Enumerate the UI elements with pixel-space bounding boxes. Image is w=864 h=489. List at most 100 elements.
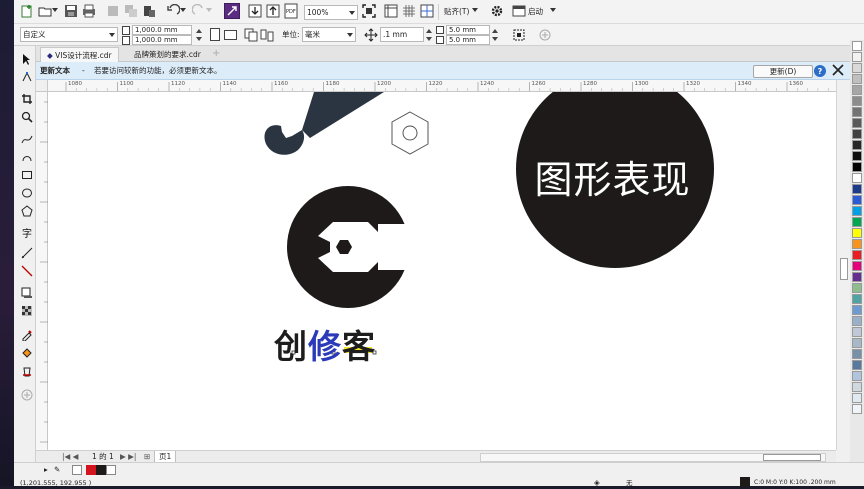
- page-size-select[interactable]: 自定义: [20, 27, 118, 42]
- show-grid-icon[interactable]: [402, 4, 416, 18]
- duplicate-x-field[interactable]: 5.0 mm: [446, 25, 490, 35]
- palette-swatch[interactable]: [852, 305, 862, 315]
- vertical-ruler[interactable]: [36, 92, 48, 450]
- palette-swatch[interactable]: [852, 393, 862, 403]
- palette-swatch[interactable]: [852, 283, 862, 293]
- paste-icon[interactable]: [142, 4, 156, 18]
- zoom-level-select[interactable]: 100%: [304, 5, 358, 20]
- horizontal-scrollbar[interactable]: [480, 453, 826, 462]
- treat-as-filled-icon[interactable]: [512, 28, 526, 42]
- palette-swatch[interactable]: [852, 250, 862, 260]
- export-icon[interactable]: [266, 4, 280, 18]
- palette-swatch[interactable]: [852, 404, 862, 414]
- duplicate-spinner-icon[interactable]: [492, 27, 498, 43]
- no-fill-swatch[interactable]: [72, 465, 82, 475]
- palette-swatch[interactable]: [852, 74, 862, 84]
- palette-swatch[interactable]: [852, 107, 862, 117]
- duplicate-y-field[interactable]: 5.0 mm: [446, 35, 490, 45]
- palette-swatch[interactable]: [852, 96, 862, 106]
- white-swatch[interactable]: [106, 465, 116, 475]
- full-screen-icon[interactable]: [362, 4, 376, 18]
- palette-swatch[interactable]: [852, 371, 862, 381]
- palette-swatch[interactable]: [852, 338, 862, 348]
- import-icon[interactable]: [248, 4, 262, 18]
- palette-swatch[interactable]: [852, 360, 862, 370]
- redo-dropdown-icon[interactable]: [206, 8, 212, 12]
- palette-swatch[interactable]: [852, 140, 862, 150]
- palette-swatch[interactable]: [852, 349, 862, 359]
- horizontal-ruler[interactable]: 1080 1100 1120 1140 1160 1180 1200 1220 1240 1260…: [48, 80, 836, 92]
- page-height-field[interactable]: 1,000.0 mm: [132, 35, 192, 45]
- scroll-thumb[interactable]: [840, 258, 848, 280]
- shape-tool-icon[interactable]: [20, 70, 34, 84]
- help-icon[interactable]: ?: [814, 65, 826, 77]
- palette-swatch[interactable]: [852, 206, 862, 216]
- snap-dropdown-icon[interactable]: [472, 8, 478, 12]
- brand-name-text[interactable]: 创修客: [274, 320, 376, 368]
- redo-icon[interactable]: [192, 4, 206, 18]
- width-spinner-icon[interactable]: [196, 27, 202, 43]
- search-content-icon[interactable]: [224, 3, 240, 19]
- tab-vis-design[interactable]: ◆ VIS设计流程.cdr: [40, 47, 119, 62]
- palette-swatch[interactable]: [852, 162, 862, 172]
- nudge-distance-field[interactable]: .1 mm: [380, 27, 424, 42]
- new-tab-icon[interactable]: +: [206, 47, 226, 62]
- red-swatch[interactable]: [86, 465, 96, 475]
- new-document-icon[interactable]: [20, 4, 34, 18]
- fill-arrow-icon[interactable]: ▸: [44, 464, 48, 476]
- close-icon[interactable]: [832, 64, 844, 76]
- cut-icon[interactable]: [106, 4, 120, 18]
- landscape-icon[interactable]: [224, 30, 237, 40]
- zoom-tool-icon[interactable]: [20, 110, 34, 124]
- current-page-icon[interactable]: [260, 28, 274, 42]
- transparency-tool-icon[interactable]: [20, 304, 34, 318]
- undo-icon[interactable]: [166, 4, 180, 18]
- print-icon[interactable]: [82, 4, 96, 18]
- save-icon[interactable]: [64, 4, 78, 18]
- ruler-origin[interactable]: [36, 80, 48, 92]
- nudge-spinner-icon[interactable]: [426, 27, 432, 43]
- application-launcher-icon[interactable]: [512, 4, 526, 18]
- palette-swatch[interactable]: [852, 327, 862, 337]
- update-button[interactable]: 更新(D): [753, 65, 813, 78]
- vertical-scrollbar[interactable]: [836, 80, 850, 450]
- all-pages-icon[interactable]: [244, 28, 258, 42]
- add-tool-icon[interactable]: [20, 388, 34, 402]
- palette-swatch[interactable]: [852, 52, 862, 62]
- launch-menu[interactable]: 启动: [528, 6, 543, 18]
- tab-brand-plan[interactable]: 品牌策划的要求.cdr: [128, 47, 207, 62]
- show-guidelines-icon[interactable]: [420, 4, 434, 18]
- palette-swatch[interactable]: [852, 316, 862, 326]
- palette-swatch[interactable]: [852, 261, 862, 271]
- publish-pdf-icon[interactable]: PDF: [284, 3, 298, 19]
- portrait-icon[interactable]: [210, 28, 220, 41]
- h-scroll-thumb[interactable]: [763, 454, 821, 461]
- snap-to-menu[interactable]: 贴齐(T): [444, 6, 469, 18]
- undo-dropdown-icon[interactable]: [180, 8, 186, 12]
- polygon-tool-icon[interactable]: [20, 204, 34, 218]
- options-gear-icon[interactable]: [490, 4, 504, 18]
- palette-swatch[interactable]: [852, 184, 862, 194]
- interactive-fill-tool-icon[interactable]: [20, 346, 34, 360]
- palette-swatch[interactable]: [852, 294, 862, 304]
- palette-swatch[interactable]: [852, 195, 862, 205]
- palette-swatch[interactable]: [852, 63, 862, 73]
- connector-tool-icon[interactable]: [20, 264, 34, 278]
- eyedropper-tool-icon[interactable]: [20, 328, 34, 342]
- palette-swatch[interactable]: [852, 239, 862, 249]
- drop-shadow-tool-icon[interactable]: [20, 286, 34, 300]
- freehand-tool-icon[interactable]: [20, 132, 34, 146]
- palette-swatch[interactable]: [852, 173, 862, 183]
- palette-swatch[interactable]: [852, 272, 862, 282]
- palette-swatch[interactable]: [852, 228, 862, 238]
- pick-tool-icon[interactable]: [20, 52, 34, 66]
- copy-icon[interactable]: [124, 4, 138, 18]
- units-select[interactable]: 毫米: [302, 27, 356, 42]
- crop-tool-icon[interactable]: [20, 92, 34, 106]
- add-preset-icon[interactable]: [538, 28, 552, 42]
- palette-swatch[interactable]: [852, 129, 862, 139]
- open-folder-icon[interactable]: [38, 4, 52, 18]
- launch-dropdown-icon[interactable]: [550, 8, 556, 12]
- palette-swatch[interactable]: [852, 85, 862, 95]
- page-width-field[interactable]: 1,000.0 mm: [132, 25, 192, 35]
